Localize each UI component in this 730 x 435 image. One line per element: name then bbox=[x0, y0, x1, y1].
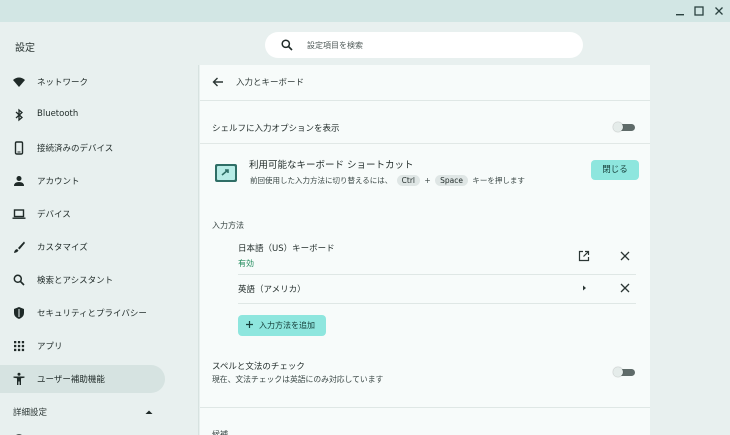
person-icon bbox=[12, 174, 26, 188]
sidebar-item-accessibility[interactable]: ユーザー補助機能 bbox=[0, 365, 165, 393]
input-method-name: 日本語（US）キーボード bbox=[238, 244, 335, 254]
spell-check-toggle[interactable] bbox=[613, 367, 635, 377]
open-external-icon[interactable] bbox=[578, 250, 590, 262]
minimize-icon[interactable] bbox=[673, 4, 687, 18]
shelf-option-label: シェルフに入力オプションを表示 bbox=[212, 124, 340, 134]
sidebar-item-bluetooth[interactable]: Bluetooth bbox=[0, 101, 165, 129]
wifi-icon bbox=[12, 75, 26, 89]
shield-icon bbox=[12, 306, 26, 320]
sidebar-item-label: セキュリティとプライバシー bbox=[37, 309, 147, 319]
divider bbox=[200, 407, 650, 408]
shortcut-plus: + bbox=[424, 176, 431, 185]
search-icon bbox=[12, 273, 26, 287]
shortcut-desc-before: 前回使用した入力方法に切り替えるには、 bbox=[250, 176, 393, 185]
laptop-icon bbox=[12, 207, 26, 221]
sidebar-item-label: 検索とアシスタント bbox=[37, 276, 114, 286]
search-icon bbox=[280, 38, 294, 52]
input-method-name: 英語（アメリカ） bbox=[238, 285, 306, 295]
toggle-knob bbox=[613, 367, 623, 377]
accessibility-icon bbox=[12, 372, 26, 386]
apps-grid-icon bbox=[12, 339, 26, 353]
sidebar-item-label: アプリ bbox=[37, 342, 63, 352]
sidebar-item-connected-devices[interactable]: 接続済みのデバイス bbox=[0, 134, 165, 162]
search-box[interactable] bbox=[265, 32, 583, 58]
maximize-icon[interactable] bbox=[692, 4, 706, 18]
window-titlebar bbox=[0, 0, 730, 22]
spell-check-label: スペルと文法のチェック bbox=[212, 362, 305, 372]
divider bbox=[200, 100, 650, 101]
sidebar-item-network[interactable]: ネットワーク bbox=[0, 68, 165, 96]
sidebar-item-device[interactable]: デバイス bbox=[0, 200, 165, 228]
sidebar-item-apps[interactable]: アプリ bbox=[0, 332, 165, 360]
sidebar-item-account[interactable]: アカウント bbox=[0, 167, 165, 195]
add-input-method-label: 入力方法を追加 bbox=[259, 321, 315, 330]
app-title: 設定 bbox=[15, 43, 35, 54]
brush-icon bbox=[12, 240, 26, 254]
suggestions-section-title: 候補 bbox=[212, 430, 228, 435]
remove-icon[interactable] bbox=[619, 282, 631, 294]
input-method-status: 有効 bbox=[238, 259, 254, 268]
sidebar-item-label: Bluetooth bbox=[37, 109, 79, 119]
divider bbox=[238, 303, 636, 304]
shortcut-desc-after: キーを押します bbox=[472, 176, 525, 185]
shortcut-notice-card: 利用可能なキーボード ショートカット 前回使用した入力方法に切り替えるには、 C… bbox=[200, 143, 650, 195]
sidebar-item-search-assistant[interactable]: 検索とアシスタント bbox=[0, 266, 165, 294]
shelf-option-toggle[interactable] bbox=[613, 122, 635, 132]
sidebar: ネットワーク Bluetooth 接続済みのデバイス アカウント デバイス カス… bbox=[0, 65, 198, 435]
sidebar-divider bbox=[198, 65, 199, 435]
sidebar-item-label: カスタマイズ bbox=[37, 243, 88, 253]
toggle-knob bbox=[613, 122, 623, 132]
key-chip-ctrl: Ctrl bbox=[396, 175, 421, 186]
chevron-right-icon[interactable] bbox=[578, 282, 590, 294]
plus-icon bbox=[245, 320, 254, 329]
app-header: 設定 bbox=[0, 22, 730, 65]
sidebar-item-label: アカウント bbox=[37, 177, 80, 187]
sidebar-item-label: 接続済みのデバイス bbox=[37, 144, 114, 154]
key-chip-space: Space bbox=[435, 175, 468, 186]
add-input-method-button[interactable]: 入力方法を追加 bbox=[238, 315, 326, 336]
shortcut-card-description: 前回使用した入力方法に切り替えるには、 Ctrl + Space キーを押します bbox=[250, 175, 525, 186]
settings-panel: 入力とキーボード シェルフに入力オプションを表示 利用可能なキーボード ショート… bbox=[200, 65, 650, 435]
remove-icon[interactable] bbox=[619, 250, 631, 262]
advanced-section-label[interactable]: 詳細設定 bbox=[13, 406, 47, 418]
search-input[interactable] bbox=[307, 37, 567, 53]
input-methods-section-title: 入力方法 bbox=[212, 221, 244, 230]
phone-icon bbox=[12, 141, 26, 155]
spell-check-description: 現在、文法チェックは英語にのみ対応しています bbox=[212, 375, 384, 384]
sidebar-item-security-privacy[interactable]: セキュリティとプライバシー bbox=[0, 299, 165, 327]
close-icon[interactable] bbox=[712, 4, 726, 18]
chevron-up-icon[interactable] bbox=[145, 408, 153, 414]
bluetooth-icon bbox=[12, 108, 26, 122]
sidebar-item-label: ユーザー補助機能 bbox=[37, 375, 105, 385]
sidebar-item-label: デバイス bbox=[37, 210, 71, 220]
back-arrow-icon[interactable] bbox=[211, 75, 225, 89]
page-title: 入力とキーボード bbox=[236, 78, 305, 88]
shortcut-card-title: 利用可能なキーボード ショートカット bbox=[249, 160, 414, 171]
sidebar-item-date-time[interactable]: 日時 bbox=[0, 426, 165, 435]
sidebar-item-personalization[interactable]: カスタマイズ bbox=[0, 233, 165, 261]
divider bbox=[238, 274, 636, 275]
sidebar-item-label: ネットワーク bbox=[37, 78, 89, 88]
keyboard-shortcut-icon bbox=[214, 161, 238, 185]
dismiss-button[interactable]: 閉じる bbox=[591, 160, 639, 180]
